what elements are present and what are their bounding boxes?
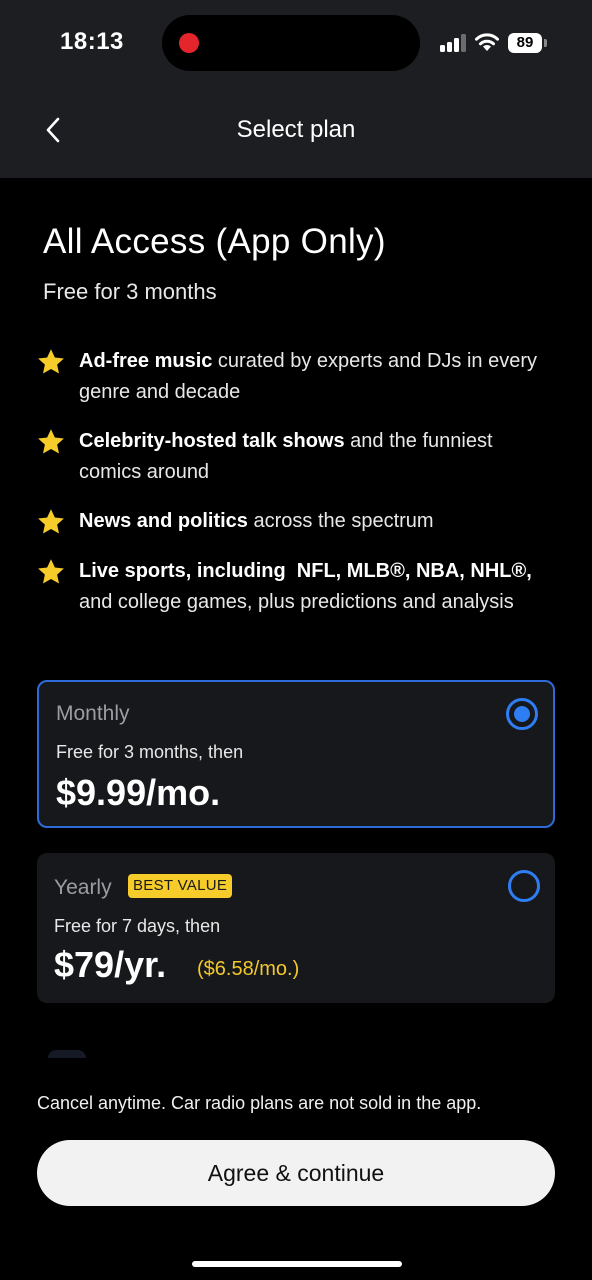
wifi-icon (475, 33, 499, 51)
status-time: 18:13 (60, 28, 124, 55)
star-icon (38, 349, 64, 374)
star-icon (38, 429, 64, 454)
feature-title: Live sports, including NFL, MLB®, NBA, N… (79, 560, 532, 582)
feature-item: Celebrity-hosted talk shows and the funn… (36, 426, 546, 488)
feature-title: Ad-free music (79, 350, 213, 372)
option-trial-note: Free for 3 months, then (56, 742, 244, 762)
plan-option-monthly[interactable]: Monthly Free for 3 months, then $9.99/mo… (37, 680, 555, 828)
feature-title: Celebrity-hosted talk shows (79, 430, 345, 452)
feature-item: Live sports, including NFL, MLB®, NBA, N… (36, 556, 546, 618)
battery-tip (544, 39, 547, 47)
feature-title: News and politics (79, 510, 248, 532)
top-bar: 18:13 89 Select plan (0, 0, 592, 178)
option-price: $79/yr. (54, 944, 167, 985)
agree-continue-button[interactable]: Agree & continue (37, 1140, 555, 1206)
option-label: Yearly (54, 876, 112, 899)
signal-icon (440, 34, 466, 52)
page-title: Select plan (236, 116, 356, 143)
radio-unselected-icon[interactable] (508, 870, 540, 902)
recording-indicator-icon (179, 33, 199, 53)
option-per-month-price: ($6.58/mo.) (197, 958, 300, 980)
plan-title: All Access (App Only) (43, 222, 386, 261)
feature-text: and college games, plus predictions and … (79, 591, 514, 613)
best-value-badge: BEST VALUE (128, 874, 233, 898)
option-label: Monthly (56, 702, 130, 725)
dynamic-island (162, 15, 420, 71)
scroll-peek-element (48, 1050, 86, 1058)
option-trial-note: Free for 7 days, then (54, 916, 221, 936)
radio-selected-icon[interactable] (506, 698, 538, 730)
star-icon (38, 559, 64, 584)
plan-option-yearly[interactable]: Yearly BEST VALUE Free for 7 days, then … (37, 853, 555, 1003)
plan-subtitle: Free for 3 months (43, 279, 217, 304)
feature-item: News and politics across the spectrum (36, 506, 434, 537)
home-indicator[interactable] (192, 1261, 402, 1267)
option-price: $9.99/mo. (56, 772, 221, 813)
battery-icon: 89 (508, 33, 542, 53)
feature-item: Ad-free music curated by experts and DJs… (36, 346, 546, 408)
cancel-note: Cancel anytime. Car radio plans are not … (37, 1093, 482, 1113)
feature-text: across the spectrum (247, 510, 434, 532)
star-icon (38, 509, 64, 534)
